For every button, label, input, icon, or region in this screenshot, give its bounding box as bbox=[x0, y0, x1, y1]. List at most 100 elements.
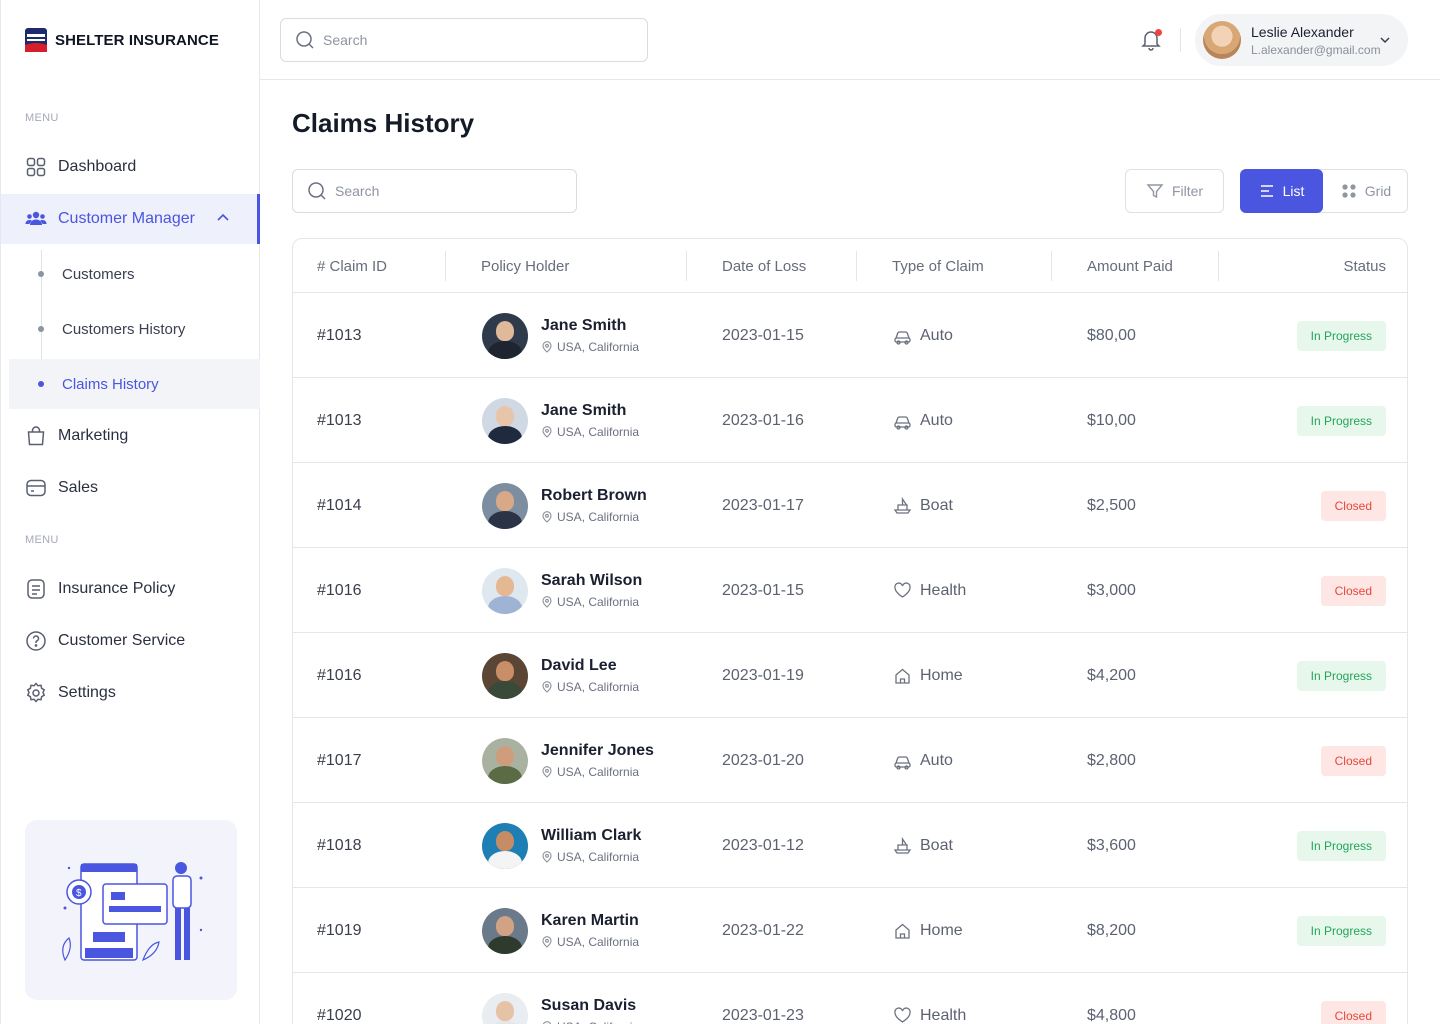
holder-name[interactable]: Susan Davis bbox=[541, 997, 639, 1015]
menu-caption: MENU bbox=[25, 534, 59, 546]
column-header-status[interactable]: Status bbox=[1343, 239, 1386, 293]
holder-name[interactable]: Karen Martin bbox=[541, 912, 639, 930]
location-pin-icon bbox=[542, 766, 552, 778]
sidebar-item-marketing[interactable]: Marketing bbox=[1, 411, 260, 461]
column-header-policy-holder[interactable]: Policy Holder bbox=[481, 239, 569, 293]
policy-holder: Jane Smith USA, California bbox=[482, 378, 639, 463]
sidebar-subitem-claims-history[interactable]: Claims History bbox=[9, 359, 260, 409]
location-pin-icon bbox=[542, 511, 552, 523]
sidebar-item-label: Insurance Policy bbox=[58, 580, 176, 597]
status-cell: In Progress bbox=[1296, 803, 1386, 888]
status-cell: In Progress bbox=[1296, 888, 1386, 973]
holder-name[interactable]: William Clark bbox=[541, 827, 641, 845]
brand-name: SHELTER INSURANCE bbox=[55, 31, 219, 49]
table-row[interactable]: #1017 Jennifer Jones USA, California 202… bbox=[293, 718, 1407, 803]
sidebar-item-sales[interactable]: Sales bbox=[1, 463, 260, 513]
column-header-claim-id[interactable]: # Claim ID bbox=[317, 239, 387, 293]
sidebar-subitem-customers[interactable]: Customers bbox=[9, 249, 260, 299]
status-badge: Closed bbox=[1320, 745, 1386, 776]
holder-name[interactable]: Sarah Wilson bbox=[541, 572, 642, 590]
table-row[interactable]: #1016 Sarah Wilson USA, California 2023-… bbox=[293, 548, 1407, 633]
column-header-amount-paid[interactable]: Amount Paid bbox=[1087, 239, 1173, 293]
top-search-box[interactable] bbox=[280, 18, 648, 62]
grid-view-button[interactable]: Grid bbox=[1325, 169, 1407, 213]
column-separator bbox=[445, 251, 446, 281]
column-header-type-of-claim[interactable]: Type of Claim bbox=[892, 239, 984, 293]
date-of-loss: 2023-01-20 bbox=[722, 751, 804, 769]
holder-location-text: USA, California bbox=[557, 680, 640, 694]
holder-location-text: USA, California bbox=[557, 1020, 639, 1024]
amount-paid: $4,800 bbox=[1087, 1006, 1136, 1024]
grid-label: Grid bbox=[1364, 183, 1392, 199]
user-menu[interactable]: Leslie Alexander L.alexander@gmail.com bbox=[1195, 14, 1408, 66]
holder-location-text: USA, California bbox=[557, 510, 640, 524]
holder-name[interactable]: Jane Smith bbox=[541, 402, 639, 420]
filter-button[interactable]: Filter bbox=[1125, 169, 1224, 213]
status-cell: Closed bbox=[1320, 973, 1386, 1024]
holder-location-text: USA, California bbox=[557, 850, 640, 864]
status-cell: In Progress bbox=[1296, 293, 1386, 378]
claim-id: #1016 bbox=[317, 581, 362, 599]
table-row[interactable]: #1018 William Clark USA, California 2023… bbox=[293, 803, 1407, 888]
claim-id: #1014 bbox=[317, 496, 362, 514]
sidebar: SHELTER INSURANCE MENU Dashboard Custome… bbox=[0, 0, 260, 1024]
holder-location: USA, California bbox=[541, 850, 641, 864]
status-badge: In Progress bbox=[1296, 405, 1386, 436]
table-row[interactable]: #1014 Robert Brown USA, California 2023-… bbox=[293, 463, 1407, 548]
chevron-down-icon[interactable] bbox=[1378, 33, 1392, 47]
holder-name[interactable]: Robert Brown bbox=[541, 487, 647, 505]
type-of-claim: Auto bbox=[893, 293, 953, 378]
list-view-button[interactable]: List bbox=[1240, 169, 1323, 213]
holder-name[interactable]: David Lee bbox=[541, 657, 639, 675]
sidebar-item-insurance-policy[interactable]: Insurance Policy bbox=[1, 564, 260, 614]
date-of-loss: 2023-01-12 bbox=[722, 836, 804, 854]
holder-avatar bbox=[482, 822, 528, 869]
claim-id: #1019 bbox=[317, 921, 362, 939]
table-row[interactable]: #1019 Karen Martin USA, California 2023-… bbox=[293, 888, 1407, 973]
chevron-up-icon[interactable] bbox=[215, 210, 231, 226]
amount-paid: $2,800 bbox=[1087, 751, 1136, 769]
table-search-box[interactable] bbox=[292, 169, 577, 213]
sidebar-item-customer-service[interactable]: Customer Service bbox=[1, 616, 260, 666]
column-separator bbox=[1218, 251, 1219, 281]
status-badge: In Progress bbox=[1296, 320, 1386, 351]
holder-name[interactable]: Jane Smith bbox=[541, 317, 639, 335]
bullet-dot bbox=[38, 271, 44, 277]
sidebar-subitem-customers-history[interactable]: Customers History bbox=[9, 304, 260, 354]
sidebar-item-dashboard[interactable]: Dashboard bbox=[1, 142, 260, 192]
claim-id: #1020 bbox=[317, 1006, 362, 1024]
brand[interactable]: SHELTER INSURANCE bbox=[25, 28, 219, 52]
sidebar-item-label: Customer Service bbox=[58, 632, 186, 649]
holder-location: USA, California bbox=[541, 425, 639, 439]
amount-paid: $2,500 bbox=[1087, 496, 1136, 514]
sidebar-item-settings[interactable]: Settings bbox=[1, 668, 260, 718]
table-row[interactable]: #1013 Jane Smith USA, California 2023-01… bbox=[293, 378, 1407, 463]
table-search-input[interactable] bbox=[335, 183, 565, 199]
sidebar-item-customer-manager[interactable]: Customer Manager bbox=[1, 194, 260, 244]
car-icon bbox=[894, 416, 911, 430]
column-header-date-of-loss[interactable]: Date of Loss bbox=[722, 239, 806, 293]
top-search-input[interactable] bbox=[323, 32, 623, 48]
sidebar-item-label: Settings bbox=[58, 684, 116, 701]
table-row[interactable]: #1013 Jane Smith USA, California 2023-01… bbox=[293, 293, 1407, 378]
column-separator bbox=[1051, 251, 1052, 281]
type-of-claim-label: Boat bbox=[920, 836, 953, 854]
holder-location: USA, California bbox=[541, 510, 647, 524]
holder-location-text: USA, California bbox=[557, 425, 640, 439]
holder-name[interactable]: Jennifer Jones bbox=[541, 742, 654, 760]
amount-paid: $3,000 bbox=[1087, 581, 1136, 599]
type-of-claim-label: Health bbox=[920, 581, 967, 599]
claim-id: #1017 bbox=[317, 751, 362, 769]
card-icon bbox=[26, 479, 46, 497]
sidebar-item-label: Marketing bbox=[58, 427, 129, 444]
location-pin-icon bbox=[542, 426, 552, 438]
status-badge: Closed bbox=[1320, 490, 1386, 521]
table-row[interactable]: #1020 Susan Davis USA, California 2023-0… bbox=[293, 973, 1407, 1024]
location-pin-icon bbox=[542, 341, 552, 353]
policy-holder: Jane Smith USA, California bbox=[482, 293, 639, 378]
holder-avatar bbox=[482, 567, 528, 614]
type-of-claim-label: Auto bbox=[920, 411, 953, 429]
filter-label: Filter bbox=[1171, 183, 1204, 199]
shelter-logo-icon bbox=[25, 28, 47, 52]
table-row[interactable]: #1016 David Lee USA, California 2023-01-… bbox=[293, 633, 1407, 718]
